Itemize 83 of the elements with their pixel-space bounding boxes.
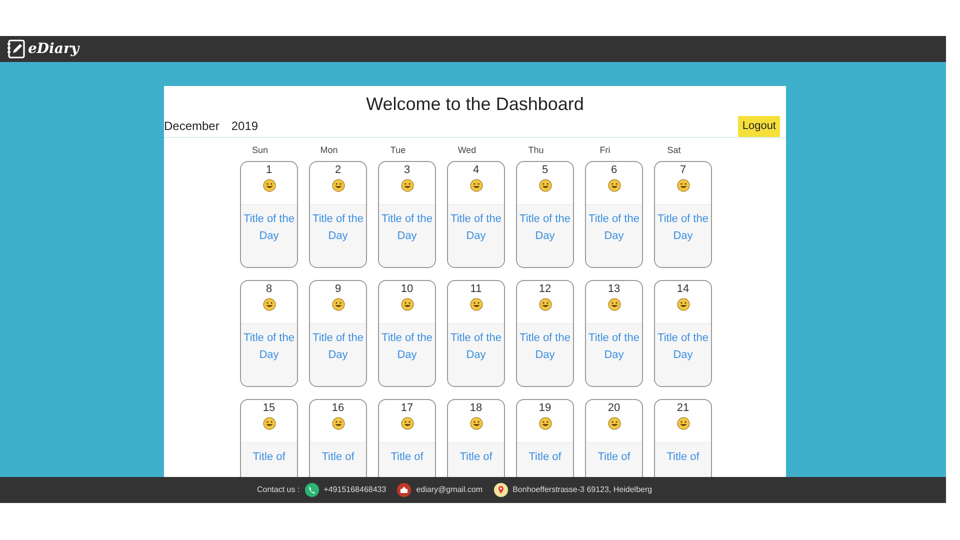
phone-number: +4915168468433 xyxy=(324,484,386,496)
notebook-pen-icon xyxy=(6,39,26,59)
smiley-icon xyxy=(676,179,690,192)
phone-icon xyxy=(304,483,319,497)
day-card[interactable]: 8 Title of the Day xyxy=(240,280,298,387)
day-card[interactable]: 3 Title of the Day xyxy=(378,161,436,268)
day-card[interactable]: 18 Title of xyxy=(447,399,505,477)
smiley-icon xyxy=(400,298,414,311)
day-card[interactable]: 15 Title of xyxy=(240,399,298,477)
day-card[interactable]: 16 Title of xyxy=(309,399,367,477)
day-number: 14 xyxy=(676,282,690,296)
day-number: 11 xyxy=(470,282,482,296)
smiley-icon xyxy=(608,417,620,430)
day-card[interactable]: 5 Title of the Day xyxy=(516,161,574,268)
weekday-label: Tue xyxy=(389,144,407,156)
day-card[interactable]: 14 Title of the Day xyxy=(654,280,712,387)
smiley-icon xyxy=(538,298,552,311)
day-card[interactable]: 7 Title of the Day xyxy=(654,161,712,268)
smiley-icon xyxy=(470,417,482,430)
weekday-label: Wed xyxy=(456,144,478,156)
smiley-icon xyxy=(538,179,552,192)
day-card[interactable]: 2 Title of the Day xyxy=(309,161,367,268)
smiley-icon xyxy=(470,179,482,192)
smiley-icon xyxy=(538,417,552,430)
smiley-icon xyxy=(608,179,620,192)
email-address: ediary@gmail.com xyxy=(416,484,483,496)
day-number: 18 xyxy=(470,401,482,415)
day-card[interactable]: 12 Title of the Day xyxy=(516,280,574,387)
smiley-icon xyxy=(400,417,414,430)
weekday-label: Sat xyxy=(666,144,682,156)
day-number: 19 xyxy=(538,401,552,415)
smiley-icon xyxy=(608,298,620,311)
contact-label: Contact us : xyxy=(257,484,300,496)
day-number: 6 xyxy=(610,163,618,177)
day-card[interactable]: 1 Title of the Day xyxy=(240,161,298,268)
day-card[interactable]: 10 Title of the Day xyxy=(378,280,436,387)
day-number: 8 xyxy=(266,282,272,296)
smiley-icon xyxy=(262,417,276,430)
day-number: 3 xyxy=(404,163,410,177)
day-number: 21 xyxy=(676,401,690,415)
address-text: Bonhoefferstrasse-3 69123, Heidelberg xyxy=(512,484,652,496)
day-card[interactable]: 20 Title of xyxy=(585,399,643,477)
month-label: December xyxy=(164,118,220,136)
smiley-icon xyxy=(332,179,344,192)
day-card[interactable]: 11 Title of the Day xyxy=(447,280,505,387)
day-number: 12 xyxy=(538,282,552,296)
weekday-label: Thu xyxy=(527,144,545,156)
day-number: 9 xyxy=(334,282,342,296)
day-card[interactable]: 4 Title of the Day xyxy=(447,161,505,268)
day-card[interactable]: 13 Title of the Day xyxy=(585,280,643,387)
mail-icon xyxy=(397,483,412,497)
smiley-icon xyxy=(676,417,690,430)
smiley-icon xyxy=(400,179,414,192)
day-number: 15 xyxy=(262,401,276,415)
logout-button[interactable]: Logout xyxy=(738,116,780,136)
brand-name[interactable]: eDiary xyxy=(28,38,79,60)
day-card[interactable]: 21 Title of xyxy=(654,399,712,477)
weekday-label: Sun xyxy=(250,144,269,156)
day-card[interactable]: 6 Title of the Day xyxy=(585,161,643,268)
dashboard-title: Welcome to the Dashboard xyxy=(365,93,585,116)
smiley-icon xyxy=(332,417,344,430)
day-number: 2 xyxy=(334,163,342,177)
day-number: 7 xyxy=(680,163,686,177)
day-number: 17 xyxy=(400,401,414,415)
smiley-icon xyxy=(676,298,690,311)
day-number: 5 xyxy=(542,163,548,177)
day-number: 4 xyxy=(472,163,480,177)
day-number: 13 xyxy=(608,282,620,296)
day-number: 16 xyxy=(332,401,344,415)
day-number: 10 xyxy=(400,282,414,296)
year-label: 2019 xyxy=(231,118,258,136)
weekday-label: Mon xyxy=(319,144,339,156)
smiley-icon xyxy=(262,298,276,311)
smiley-icon xyxy=(470,298,482,311)
smiley-icon xyxy=(262,179,276,192)
day-number: 1 xyxy=(266,163,272,177)
location-pin-icon xyxy=(494,483,508,497)
weekday-label: Fri xyxy=(598,144,612,156)
day-card[interactable]: 19 Title of xyxy=(516,399,574,477)
day-card[interactable]: 17 Title of xyxy=(378,399,436,477)
smiley-icon xyxy=(332,298,344,311)
day-card[interactable]: 9 Title of the Day xyxy=(309,280,367,387)
day-number: 20 xyxy=(608,401,620,415)
